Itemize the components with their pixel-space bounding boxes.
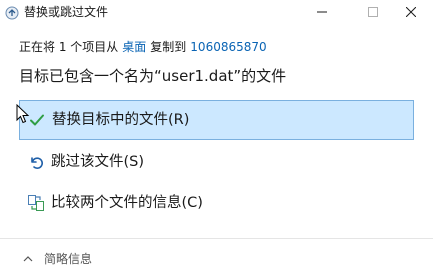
- replace-or-skip-dialog: 替换或跳过文件 正在将 1 个项目从 桌面 复制到 1060865870 目标已包含一…: [0, 0, 433, 274]
- title-bar: 替换或跳过文件: [0, 0, 433, 24]
- minimize-button[interactable]: [300, 0, 344, 24]
- window-title: 替换或跳过文件: [24, 5, 109, 19]
- compare-icon: [27, 194, 45, 212]
- compare-files-option[interactable]: 比较两个文件的信息(C): [19, 183, 414, 223]
- close-button[interactable]: [389, 0, 433, 24]
- chevron-up-icon: [23, 256, 33, 262]
- progress-middle: 复制到: [150, 40, 187, 54]
- footer-divider: [0, 238, 433, 239]
- source-folder-link[interactable]: 桌面: [122, 40, 146, 54]
- file-copy-icon: [5, 5, 19, 20]
- close-icon: [406, 7, 416, 17]
- mouse-cursor-icon: [16, 104, 30, 124]
- minimize-icon: [317, 11, 327, 13]
- compare-files-label: 比较两个文件的信息(C): [51, 195, 203, 211]
- fewer-details-label: 简略信息: [44, 252, 93, 266]
- replace-file-option[interactable]: 替换目标中的文件(R): [19, 100, 414, 140]
- copy-progress-text: 正在将 1 个项目从 桌面 复制到 1060865870: [19, 39, 267, 55]
- progress-prefix: 正在将 1 个项目从: [19, 40, 119, 54]
- skip-file-label: 跳过该文件(S): [51, 154, 145, 170]
- skip-arrow-icon: [27, 153, 45, 171]
- replace-file-label: 替换目标中的文件(R): [52, 112, 190, 128]
- fewer-details-toggle[interactable]: 简略信息: [22, 251, 92, 267]
- skip-file-option[interactable]: 跳过该文件(S): [19, 142, 414, 182]
- checkmark-icon: [28, 111, 46, 129]
- conflict-headline: 目标已包含一个名为“user1.dat”的文件: [19, 67, 287, 85]
- maximize-icon: [368, 7, 378, 17]
- destination-folder-link[interactable]: 1060865870: [190, 40, 266, 54]
